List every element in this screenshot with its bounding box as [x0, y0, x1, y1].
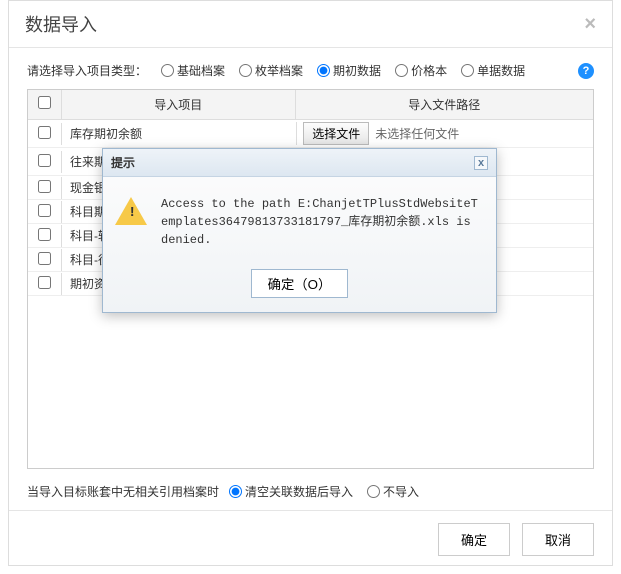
import-type-option[interactable]: 基础档案	[161, 62, 225, 79]
missing-archive-option[interactable]: 清空关联数据后导入	[229, 483, 353, 500]
import-type-radio[interactable]	[461, 64, 474, 77]
modal-title: 数据导入	[25, 11, 97, 37]
alert-body: Access to the path E:ChanjetTPlusStdWebs…	[103, 177, 496, 261]
import-type-radio-group: 基础档案 枚举档案 期初数据 价格本 单据数据	[161, 62, 525, 79]
missing-archive-label: 当导入目标账套中无相关引用档案时	[27, 483, 219, 500]
choose-file-button[interactable]: 选择文件	[303, 122, 369, 145]
row-checkbox[interactable]	[38, 180, 51, 193]
import-type-label: 请选择导入项目类型：	[27, 62, 147, 79]
row-checkbox[interactable]	[38, 276, 51, 289]
import-type-option-label: 基础档案	[177, 62, 225, 79]
row-item-label: 库存期初余额	[62, 122, 297, 145]
alert-message: Access to the path E:ChanjetTPlusStdWebs…	[161, 195, 484, 249]
missing-archive-option-label: 不导入	[383, 483, 419, 500]
import-type-option-label: 枚举档案	[255, 62, 303, 79]
close-icon[interactable]: ×	[584, 13, 596, 36]
grid-header-row: 导入项目 导入文件路径	[28, 90, 593, 120]
row-checkbox-cell	[28, 273, 62, 295]
row-checkbox-cell	[28, 177, 62, 199]
header-item: 导入项目	[62, 90, 296, 119]
import-type-option[interactable]: 单据数据	[461, 62, 525, 79]
alert-footer: 确定（O）	[103, 261, 496, 312]
missing-archive-option[interactable]: 不导入	[367, 483, 419, 500]
alert-ok-button[interactable]: 确定（O）	[251, 269, 349, 298]
import-type-radio[interactable]	[395, 64, 408, 77]
import-type-option[interactable]: 期初数据	[317, 62, 381, 79]
alert-close-icon[interactable]: x	[474, 156, 488, 170]
alert-dialog: 提示 x Access to the path E:ChanjetTPlusSt…	[102, 148, 497, 313]
row-checkbox-cell	[28, 151, 62, 173]
warning-icon	[115, 197, 147, 225]
header-path: 导入文件路径	[296, 90, 593, 119]
missing-archive-radio-group: 清空关联数据后导入 不导入	[229, 483, 419, 500]
import-type-option-label: 期初数据	[333, 62, 381, 79]
import-type-radio[interactable]	[239, 64, 252, 77]
cancel-button[interactable]: 取消	[522, 523, 594, 556]
modal-header: 数据导入 ×	[9, 1, 612, 48]
row-path-cell: 选择文件未选择任何文件	[297, 120, 593, 147]
row-checkbox-cell	[28, 123, 62, 145]
import-type-radio[interactable]	[317, 64, 330, 77]
missing-archive-radio[interactable]	[229, 485, 242, 498]
alert-title: 提示	[111, 154, 135, 171]
missing-archive-option-label: 清空关联数据后导入	[245, 483, 353, 500]
import-type-option[interactable]: 价格本	[395, 62, 447, 79]
row-checkbox-cell	[28, 225, 62, 247]
row-checkbox-cell	[28, 201, 62, 223]
row-checkbox[interactable]	[38, 252, 51, 265]
modal-footer: 确定 取消	[9, 510, 612, 568]
missing-archive-radio[interactable]	[367, 485, 380, 498]
select-all-checkbox[interactable]	[38, 96, 51, 109]
import-type-option-label: 价格本	[411, 62, 447, 79]
table-row: 库存期初余额选择文件未选择任何文件	[28, 120, 593, 148]
row-checkbox[interactable]	[38, 126, 51, 139]
row-checkbox-cell	[28, 249, 62, 271]
ok-button[interactable]: 确定	[438, 523, 510, 556]
missing-archive-row: 当导入目标账套中无相关引用档案时 清空关联数据后导入 不导入	[27, 483, 594, 500]
file-status-text: 未选择任何文件	[375, 125, 459, 142]
help-icon[interactable]: ?	[578, 63, 594, 79]
alert-header: 提示 x	[103, 149, 496, 177]
row-checkbox[interactable]	[38, 154, 51, 167]
row-checkbox[interactable]	[38, 228, 51, 241]
import-type-option-label: 单据数据	[477, 62, 525, 79]
import-type-row: 请选择导入项目类型： 基础档案 枚举档案 期初数据 价格本 单据数据 ?	[27, 62, 594, 79]
row-checkbox[interactable]	[38, 204, 51, 217]
import-type-radio[interactable]	[161, 64, 174, 77]
header-checkbox-cell	[28, 90, 62, 119]
import-type-option[interactable]: 枚举档案	[239, 62, 303, 79]
